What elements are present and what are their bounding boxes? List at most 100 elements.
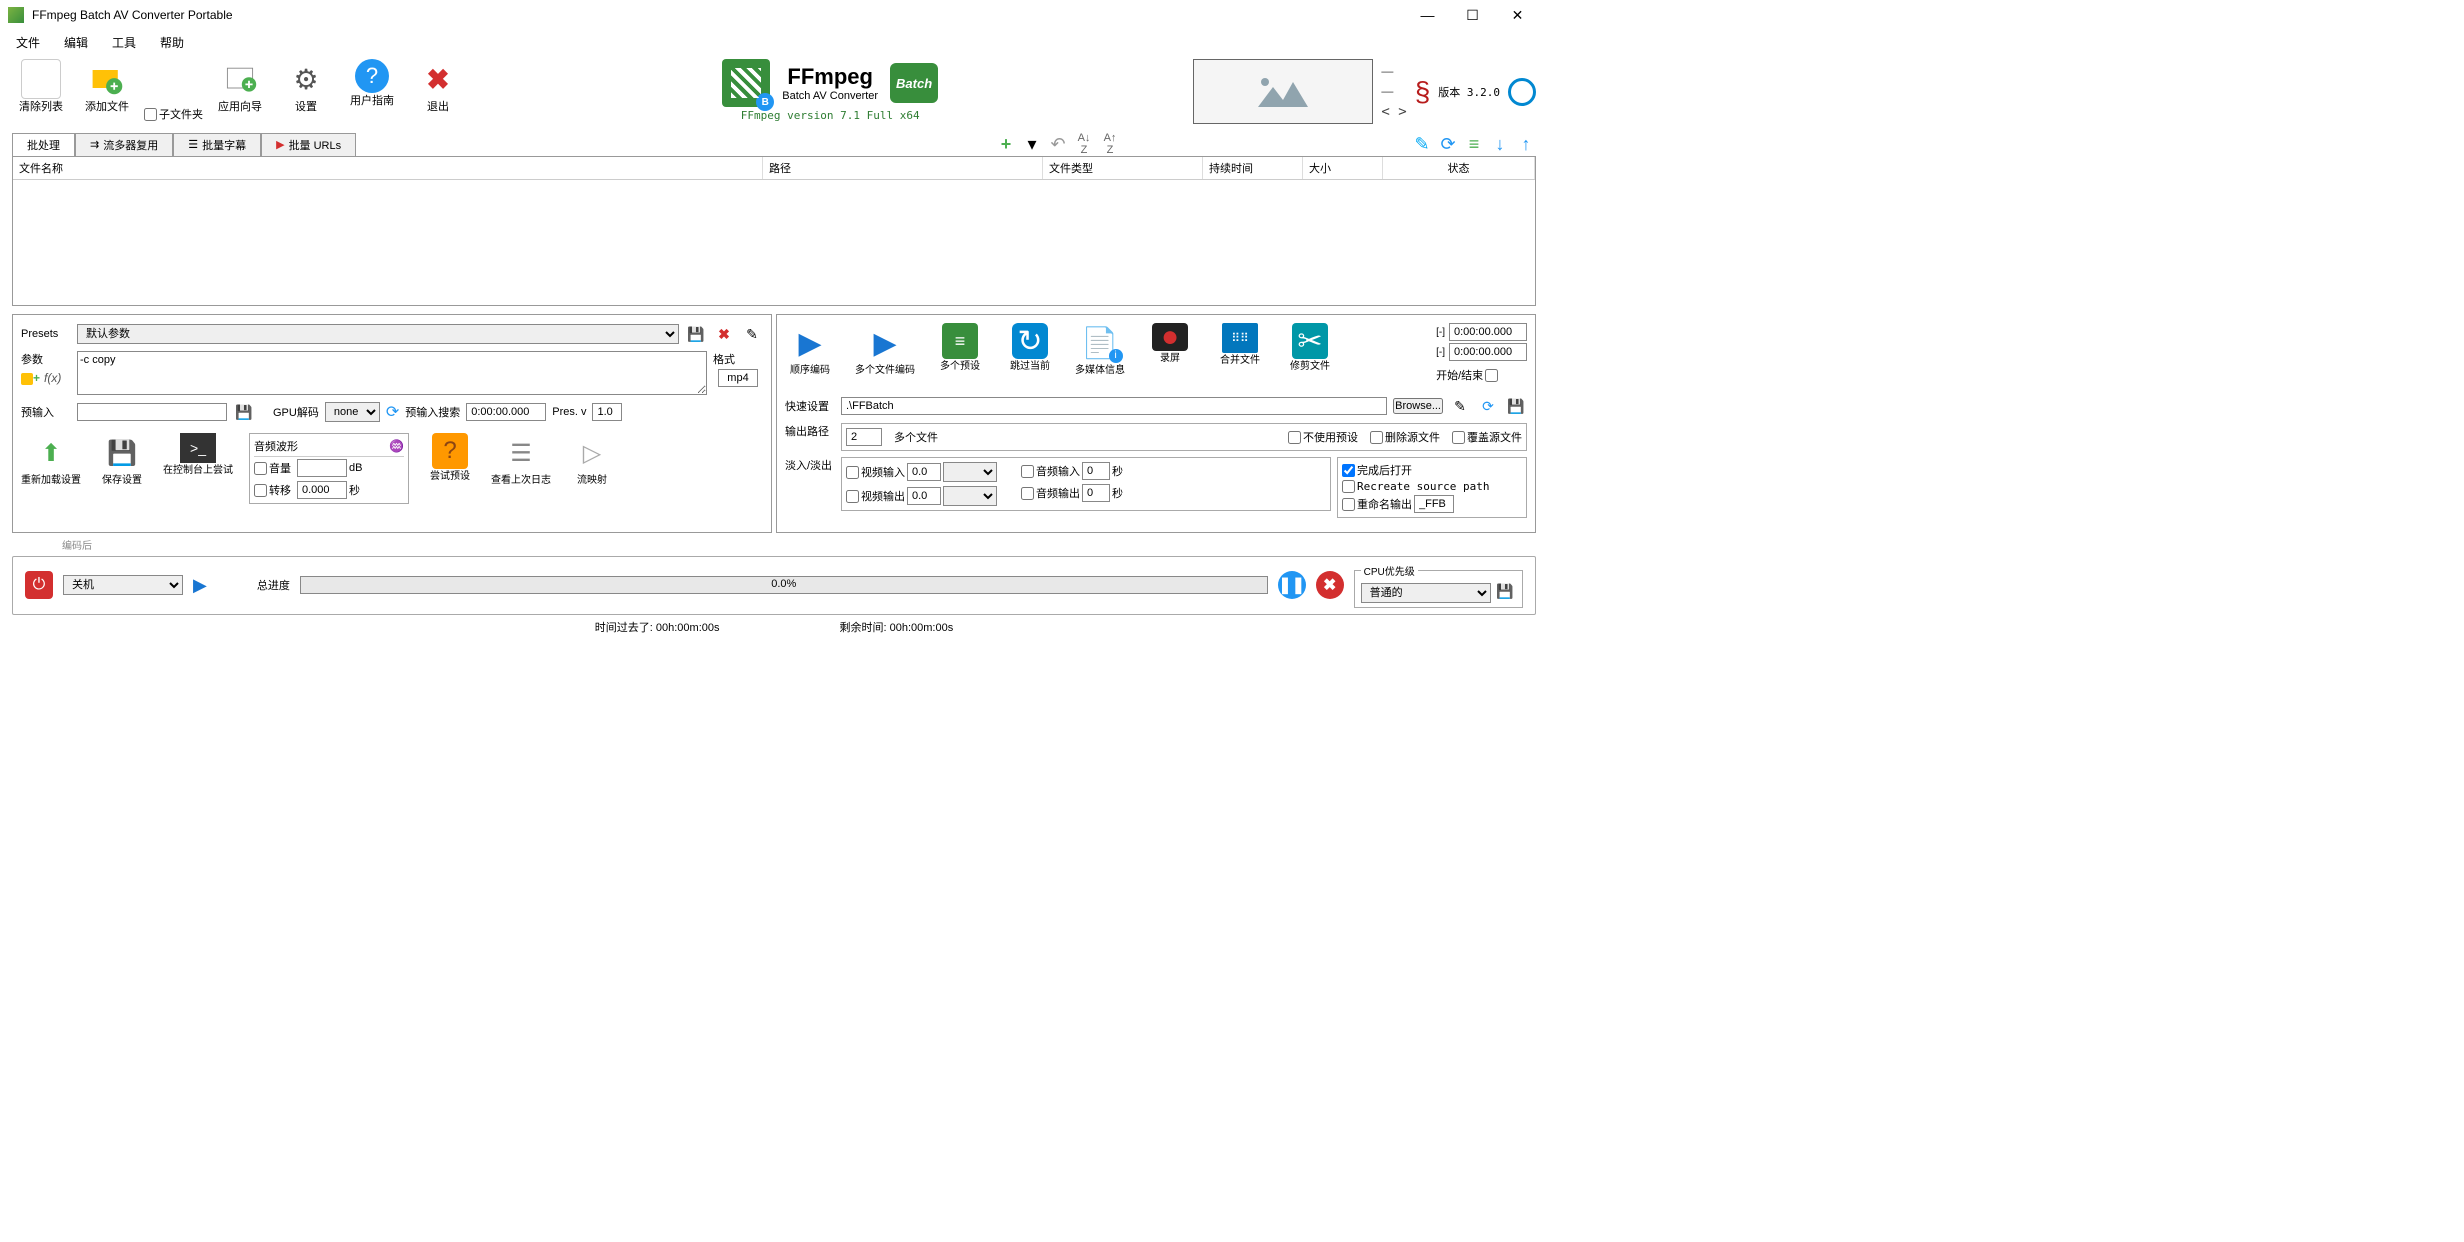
add-file-button[interactable]: 添加文件 [78, 59, 136, 113]
stop-button[interactable]: ✖ [1316, 571, 1344, 599]
reload-icon[interactable]: ⟳ [1438, 134, 1458, 155]
volume-checkbox[interactable]: 音量dB [254, 459, 404, 477]
time-row: 时间过去了: 00h:00m:00s 剩余时间: 00h:00m:00s [12, 615, 1536, 639]
preinput-field[interactable] [77, 403, 227, 421]
rename-suffix-input[interactable] [1414, 495, 1454, 513]
overwrite-checkbox[interactable]: 覆盖源文件 [1452, 429, 1522, 445]
trim-end-input[interactable] [1449, 343, 1527, 361]
reload-settings-button[interactable]: ⬆重新加载设置 [21, 433, 81, 486]
minimize-button[interactable]: — [1405, 0, 1450, 30]
edit-path-icon[interactable]: ✎ [1449, 395, 1471, 417]
refresh-icon[interactable] [1508, 78, 1536, 106]
minus-icon-2[interactable]: — [1381, 84, 1406, 98]
file-table[interactable]: 文件名称 路径 文件类型 持续时间 大小 状态 [12, 156, 1536, 306]
tab-subs[interactable]: ☰批量字幕 [173, 133, 261, 156]
autorun-icon[interactable]: ▶ [193, 575, 207, 596]
power-button[interactable]: ⏻ [25, 571, 53, 599]
reset-path-icon[interactable]: ⟳ [1477, 395, 1499, 417]
shutdown-select[interactable]: 关机 [63, 575, 183, 595]
up-icon[interactable]: ↑ [1516, 134, 1536, 155]
recreate-checkbox[interactable]: Recreate source path [1342, 480, 1522, 493]
dragon-icon[interactable]: § [1415, 76, 1431, 108]
menu-file[interactable]: 文件 [16, 34, 40, 51]
multi-encode-button[interactable]: ▶多个文件编码 [855, 323, 915, 376]
delete-preset-icon[interactable]: ✖ [713, 323, 735, 345]
mediainfo-button[interactable]: 📄i多媒体信息 [1075, 323, 1125, 376]
subfolders-checkbox[interactable]: 子文件夹 [144, 106, 203, 122]
cpu-select[interactable]: 普通的 [1361, 583, 1491, 603]
nav-arrows[interactable]: < > [1381, 104, 1406, 120]
pause-button[interactable]: ❚❚ [1278, 571, 1306, 599]
clear-list-button[interactable]: 清除列表 [12, 59, 70, 113]
tab-urls[interactable]: ▶批量 URLs [261, 133, 356, 156]
trim-start-input[interactable] [1449, 323, 1527, 341]
browse-button[interactable]: Browse... [1393, 398, 1443, 414]
col-type[interactable]: 文件类型 [1043, 157, 1203, 179]
shift-checkbox[interactable]: 转移秒 [254, 481, 404, 499]
delsrc-checkbox[interactable]: 删除源文件 [1370, 429, 1440, 445]
trim-button[interactable]: ✂修剪文件 [1285, 323, 1335, 372]
col-name[interactable]: 文件名称 [13, 157, 763, 179]
save-path-icon[interactable]: 💾 [1505, 395, 1527, 417]
audout-checkbox[interactable]: 音频输出秒 [1021, 484, 1123, 502]
close-icon: ✖ [418, 59, 458, 99]
brush-icon[interactable]: ✎ [1412, 134, 1432, 155]
outpath-label: 输出路径 [785, 423, 835, 439]
wizard-button[interactable]: 应用向导 [211, 59, 269, 113]
vidin-checkbox[interactable]: 视频输入 [846, 462, 997, 482]
stream-map-button[interactable]: ▷流映射 [567, 433, 617, 486]
tab-mux[interactable]: ⇉流多器复用 [75, 133, 173, 156]
concat-button[interactable]: ⠿⠿合并文件 [1215, 323, 1265, 366]
presv-input[interactable] [592, 403, 622, 421]
quick-path-input[interactable] [841, 397, 1387, 415]
sort-za-icon[interactable]: A↑Z [1100, 132, 1120, 156]
undo-icon[interactable]: ↶ [1048, 134, 1068, 155]
menu-tools[interactable]: 工具 [112, 34, 136, 51]
multi-preset-button[interactable]: ≡多个预设 [935, 323, 985, 372]
try-preset-button[interactable]: ?尝试预设 [425, 433, 475, 482]
nopreset-checkbox[interactable]: 不使用预设 [1288, 429, 1358, 445]
save-preinput-icon[interactable]: 💾 [233, 401, 255, 423]
try-console-button[interactable]: >_在控制台上尝试 [163, 433, 233, 476]
view-log-button[interactable]: ☰查看上次日志 [491, 433, 551, 486]
save-cpu-icon[interactable]: 💾 [1494, 580, 1516, 602]
down-icon[interactable]: ↓ [1490, 134, 1510, 155]
col-path[interactable]: 路径 [763, 157, 1043, 179]
format-input[interactable] [718, 369, 758, 387]
gpu-select[interactable]: none [325, 402, 380, 422]
col-duration[interactable]: 持续时间 [1203, 157, 1303, 179]
fx-icon[interactable]: f(x) [44, 371, 61, 385]
col-status[interactable]: 状态 [1383, 157, 1535, 179]
menu-edit[interactable]: 编辑 [64, 34, 88, 51]
folder-add-icon[interactable]: + [21, 371, 40, 385]
settings-button[interactable]: ⚙ 设置 [277, 59, 335, 113]
col-size[interactable]: 大小 [1303, 157, 1383, 179]
exit-button[interactable]: ✖ 退出 [409, 59, 467, 113]
openafter-checkbox[interactable]: 完成后打开 [1342, 462, 1522, 478]
start-end-checkbox[interactable]: 开始/结束 [1436, 367, 1527, 383]
filter-icon[interactable]: ▾ [1022, 134, 1042, 155]
rename-checkbox[interactable]: 重命名输出 [1342, 495, 1522, 513]
add-icon[interactable]: + [996, 134, 1016, 155]
skip-button[interactable]: ↻跳过当前 [1005, 323, 1055, 372]
close-button[interactable]: ✕ [1495, 0, 1540, 30]
guide-button[interactable]: ? 用户指南 [343, 59, 401, 107]
params-input[interactable]: -c copy [77, 351, 707, 395]
presets-select[interactable]: 默认参数 [77, 324, 679, 344]
seq-encode-button[interactable]: ▶顺序编码 [785, 323, 835, 376]
save-preset-icon[interactable]: 💾 [685, 323, 707, 345]
menu-help[interactable]: 帮助 [160, 34, 184, 51]
list-icon[interactable]: ≡ [1464, 134, 1484, 155]
edit-preset-icon[interactable]: ✎ [741, 323, 763, 345]
multi-count-input[interactable] [846, 428, 882, 446]
tab-batch[interactable]: 批处理 [12, 133, 75, 156]
reload-gpu-icon[interactable]: ⟳ [386, 402, 399, 422]
save-settings-button[interactable]: 💾保存设置 [97, 433, 147, 486]
maximize-button[interactable]: ☐ [1450, 0, 1495, 30]
vidout-checkbox[interactable]: 视频输出 [846, 486, 997, 506]
record-button[interactable]: ●录屏 [1145, 323, 1195, 364]
sort-az-icon[interactable]: A↓Z [1074, 132, 1094, 156]
audin-checkbox[interactable]: 音频输入秒 [1021, 462, 1123, 480]
preinput-time[interactable] [466, 403, 546, 421]
minus-icon[interactable]: — [1381, 64, 1406, 78]
